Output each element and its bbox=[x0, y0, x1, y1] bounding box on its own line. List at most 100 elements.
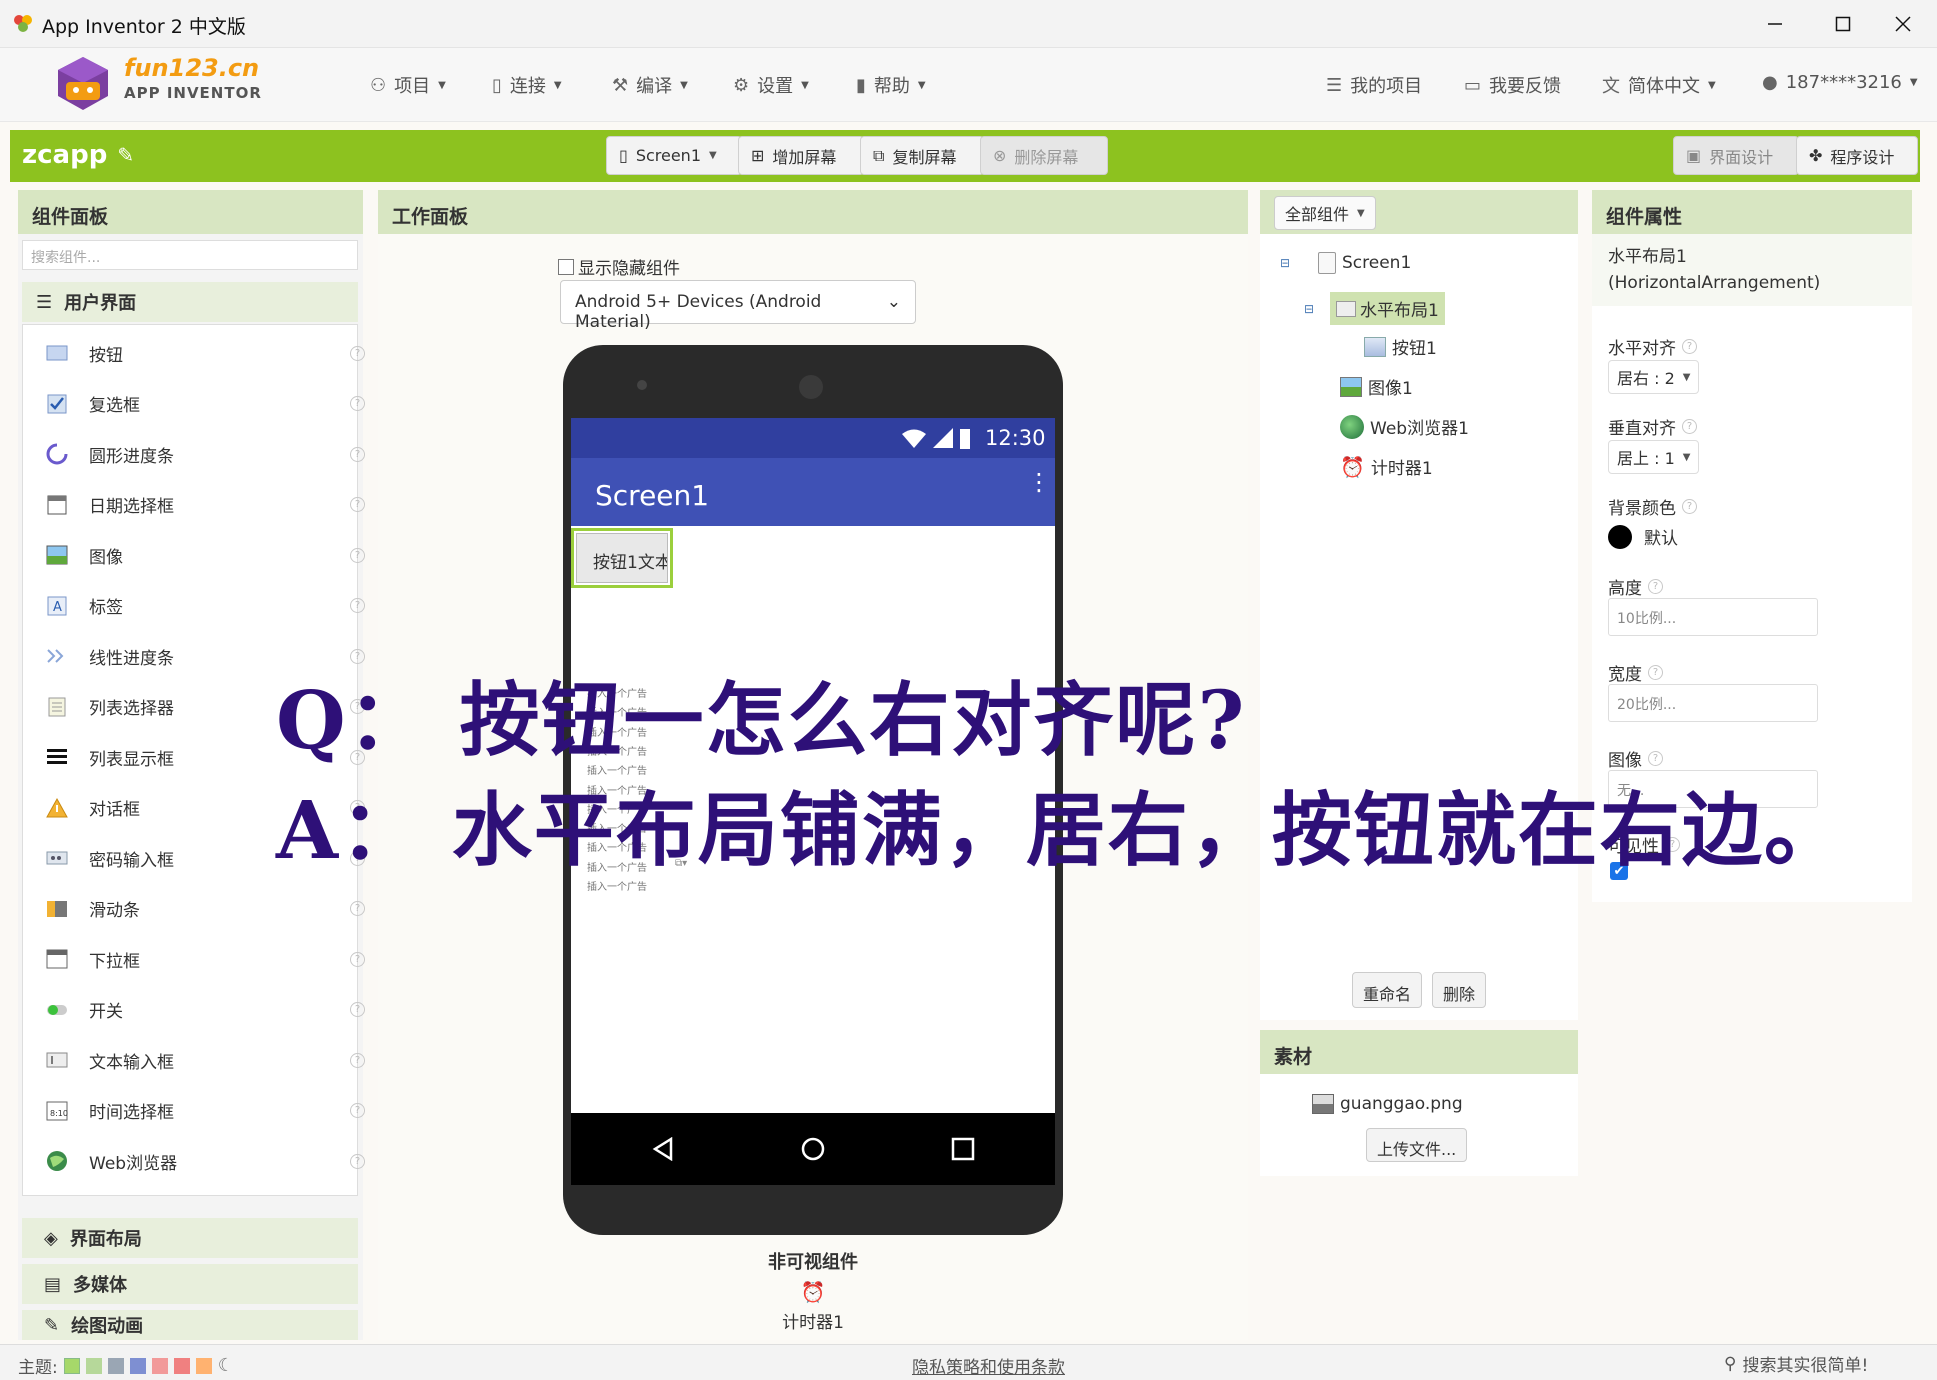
theme-swatch-lightgreen[interactable] bbox=[85, 1357, 102, 1374]
screen-select[interactable]: ▯ Screen1 ▼ bbox=[606, 136, 742, 175]
palette-item[interactable]: A 标签? bbox=[45, 586, 365, 626]
bg-color-picker[interactable]: 默认 bbox=[1608, 524, 1678, 549]
tree-node-button1[interactable]: 按钮1 bbox=[1364, 334, 1437, 359]
palette-item[interactable]: Web浏览器? bbox=[45, 1141, 365, 1181]
palette-item[interactable]: 下拉框? bbox=[45, 939, 365, 979]
privacy-link[interactable]: 隐私策略和使用条款 bbox=[912, 1353, 1065, 1378]
category-user-interface[interactable]: ☰ 用户界面 bbox=[22, 282, 358, 322]
screen-select-label: Screen1 bbox=[635, 146, 701, 165]
help-icon[interactable]: ? bbox=[350, 497, 365, 512]
rename-button[interactable]: 重命名 bbox=[1352, 972, 1423, 1008]
recents-icon[interactable] bbox=[951, 1137, 975, 1161]
book-icon: ▮ bbox=[856, 74, 866, 96]
palette-item[interactable]: 圆形进度条? bbox=[45, 434, 365, 474]
moon-icon[interactable]: ☾ bbox=[218, 1355, 234, 1376]
palette-item[interactable]: 开关? bbox=[45, 990, 365, 1030]
height-input[interactable]: 10比例... bbox=[1608, 598, 1818, 636]
tree-selected-row[interactable]: 水平布局1 bbox=[1330, 292, 1445, 325]
back-icon[interactable] bbox=[651, 1137, 675, 1161]
help-icon[interactable]: ? bbox=[350, 1153, 365, 1169]
logo-icon[interactable] bbox=[48, 54, 118, 114]
tree-node-webviewer1[interactable]: Web浏览器1 bbox=[1340, 414, 1469, 439]
show-hidden-checkbox[interactable] bbox=[558, 258, 574, 275]
width-input[interactable]: 20比例... bbox=[1608, 684, 1818, 722]
device-select-label: Android 5+ Devices (Android Material) bbox=[575, 292, 822, 332]
tree-node-timer1[interactable]: ⏰ 计时器1 bbox=[1340, 454, 1433, 480]
help-icon[interactable]: ? bbox=[1682, 499, 1697, 514]
help-icon[interactable]: ? bbox=[350, 547, 365, 563]
palette-item[interactable]: 文本输入框? bbox=[45, 1040, 365, 1080]
horizontal-arrangement[interactable]: 按钮1文本 bbox=[571, 528, 673, 588]
help-icon[interactable]: ? bbox=[350, 446, 365, 462]
help-icon[interactable]: ? bbox=[350, 396, 365, 411]
palette-item[interactable]: 日期选择框? bbox=[45, 485, 365, 525]
help-icon[interactable]: ? bbox=[350, 1052, 365, 1068]
tree-node-image1[interactable]: 图像1 bbox=[1340, 374, 1413, 399]
help-icon[interactable]: ? bbox=[350, 1103, 365, 1118]
palette-item[interactable]: 按钮? bbox=[45, 333, 365, 373]
collapse-icon[interactable]: ⊟ bbox=[1304, 302, 1318, 316]
theme-label: 主题: bbox=[18, 1358, 58, 1378]
help-icon[interactable]: ? bbox=[1648, 751, 1663, 766]
theme-swatch-pink[interactable] bbox=[151, 1357, 168, 1374]
minimize-icon[interactable] bbox=[1740, 0, 1810, 48]
category-drawing[interactable]: ✎ 绘图动画 bbox=[22, 1310, 358, 1340]
pencil-icon[interactable]: ✎ bbox=[117, 143, 134, 167]
home-icon[interactable] bbox=[801, 1137, 825, 1161]
theme-swatch-blue[interactable] bbox=[129, 1357, 146, 1374]
add-screen-button[interactable]: ⊞ 增加屏幕 bbox=[738, 136, 864, 175]
feedback-link[interactable]: ▭ 我要反馈 bbox=[1464, 72, 1561, 98]
collapse-icon[interactable]: ⊟ bbox=[1280, 256, 1294, 270]
theme-swatch-orange[interactable] bbox=[195, 1357, 212, 1374]
help-icon[interactable]: ? bbox=[1648, 665, 1663, 680]
menu-help[interactable]: ▮ 帮助 ▼ bbox=[856, 72, 926, 98]
help-icon[interactable]: ? bbox=[1682, 419, 1697, 434]
button1-preview[interactable]: 按钮1文本 bbox=[576, 533, 668, 583]
designer-button[interactable]: ▣ 界面设计 bbox=[1673, 136, 1799, 175]
align-v-select[interactable]: 居上 : 1 ▼ bbox=[1608, 440, 1700, 474]
palette-item[interactable]: 8:10 时间选择框? bbox=[45, 1091, 365, 1131]
language-menu[interactable]: 文简体中文 ▼ bbox=[1602, 72, 1716, 98]
close-icon[interactable] bbox=[1868, 0, 1937, 48]
chevron-down-icon: ▼ bbox=[1682, 451, 1691, 463]
menu-project[interactable]: ⚇ 项目 ▼ bbox=[370, 72, 446, 98]
menu-help-label: 帮助 bbox=[873, 76, 910, 97]
delete-component-button[interactable]: 删除 bbox=[1432, 972, 1487, 1008]
menu-build[interactable]: ⚒ 编译 ▼ bbox=[612, 72, 688, 98]
media-file-item[interactable]: guanggao.png bbox=[1312, 1094, 1463, 1114]
height-text: 高度 bbox=[1608, 579, 1642, 599]
theme-swatch-red[interactable] bbox=[173, 1357, 190, 1374]
palette-item[interactable]: 图像? bbox=[45, 535, 365, 575]
upload-file-button[interactable]: 上传文件... bbox=[1366, 1128, 1468, 1162]
help-icon[interactable]: ? bbox=[350, 598, 365, 613]
help-icon[interactable]: ? bbox=[350, 951, 365, 967]
device-select[interactable]: Android 5+ Devices (Android Material) ⌄ bbox=[560, 280, 916, 332]
help-icon[interactable]: ? bbox=[1682, 339, 1697, 354]
palette-item[interactable]: 复选框? bbox=[45, 384, 365, 424]
copy-screen-button[interactable]: ⧉ 复制屏幕 bbox=[860, 136, 984, 175]
category-drawing-label: 绘图动画 bbox=[71, 1316, 144, 1337]
menu-settings[interactable]: ⚙ 设置 ▼ bbox=[733, 72, 809, 98]
blocks-button[interactable]: ✤ 程序设计 bbox=[1796, 136, 1918, 175]
delete-screen-button[interactable]: ⊗ 删除屏幕 bbox=[980, 136, 1108, 175]
category-layout[interactable]: ◈ 界面布局 bbox=[22, 1218, 358, 1258]
my-projects-link[interactable]: ☰ 我的项目 bbox=[1326, 72, 1422, 98]
menu-connect[interactable]: ▯ 连接 ▼ bbox=[492, 72, 562, 98]
palette-search-input[interactable]: 搜索组件... bbox=[22, 240, 358, 270]
overflow-menu-icon[interactable]: ⋮ bbox=[1027, 470, 1051, 494]
user-menu[interactable]: ● 187****3216 ▼ bbox=[1762, 72, 1918, 93]
help-icon[interactable]: ? bbox=[350, 901, 365, 916]
category-media[interactable]: ▤ 多媒体 bbox=[22, 1264, 358, 1304]
help-icon[interactable]: ? bbox=[1648, 579, 1663, 594]
help-icon[interactable]: ? bbox=[350, 345, 365, 361]
theme-swatch-green[interactable] bbox=[63, 1357, 80, 1374]
theme-swatch-gray[interactable] bbox=[107, 1357, 124, 1374]
components-filter-select[interactable]: 全部组件 ▼ bbox=[1274, 196, 1376, 230]
tree-node-horizontal-arrangement[interactable]: ⊟ 水平布局1 bbox=[1304, 292, 1445, 325]
help-icon[interactable]: ? bbox=[350, 1002, 365, 1017]
show-hidden-row: 显示隐藏组件 bbox=[558, 254, 680, 279]
palette-item[interactable]: 滑动条? bbox=[45, 889, 365, 929]
tree-node-screen1[interactable]: ⊟ Screen1 bbox=[1280, 252, 1411, 274]
search-tip[interactable]: ⚲ 搜索其实很简单! bbox=[1724, 1351, 1868, 1377]
align-h-select[interactable]: 居右 : 2 ▼ bbox=[1608, 360, 1700, 394]
